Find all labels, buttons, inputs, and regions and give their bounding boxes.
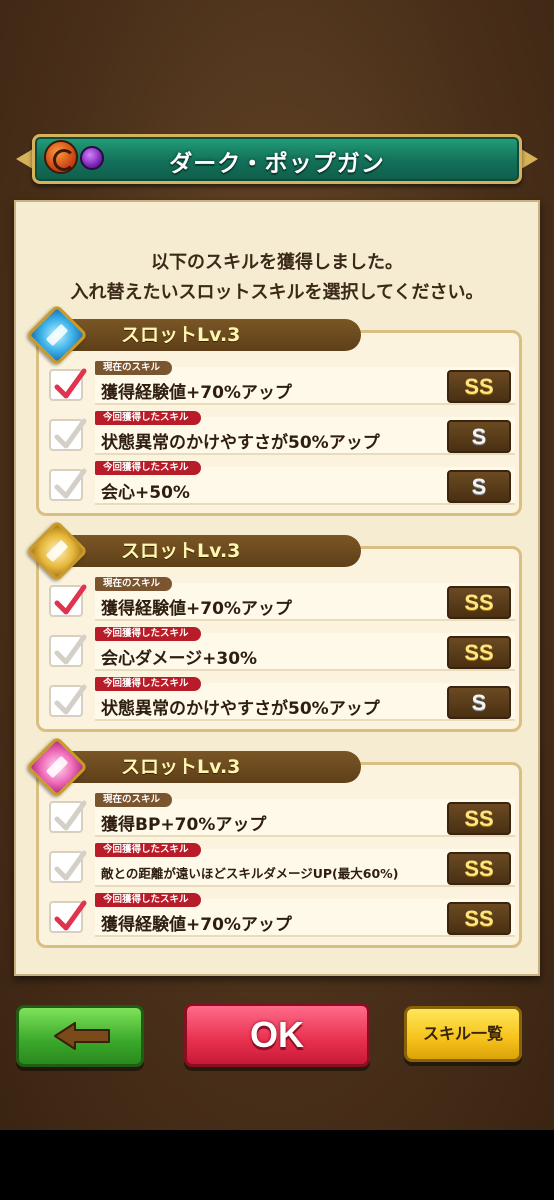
skill-name: 状態異常のかけやすさが50%アップ [101, 699, 380, 719]
checkbox-unchecked[interactable] [49, 850, 87, 883]
skill-list-button[interactable]: スキル一覧 [404, 1006, 522, 1062]
title-banner: ダーク・ポップガン [14, 128, 540, 190]
slot-level-label: スロットLv.3 [121, 756, 241, 778]
blue-slot-emblem-icon [25, 303, 89, 367]
checkmark-icon [54, 584, 87, 615]
rank-badge: SS [447, 636, 511, 669]
skill-row[interactable]: 今回獲得したスキル 獲得経験値+70%アップ SS [45, 893, 515, 939]
checkbox-unchecked[interactable] [49, 800, 87, 833]
skill-name: 状態異常のかけやすさが50%アップ [101, 433, 380, 453]
rank-badge: S [447, 470, 511, 503]
ok-button[interactable]: OK [184, 1003, 370, 1067]
checkbox-checked[interactable] [49, 368, 87, 401]
skill-name: 獲得経験値+70%アップ [101, 599, 292, 619]
checkmark-icon [54, 468, 87, 499]
instruction-line-1: 以下のスキルを獲得しました。 [151, 252, 403, 273]
checkbox-checked[interactable] [49, 900, 87, 933]
rank-badge: SS [447, 802, 511, 835]
back-button[interactable] [16, 1005, 144, 1067]
skill-row[interactable]: 現在のスキル 獲得経験値+70%アップ SS [45, 361, 515, 407]
new-skill-tag: 今回獲得したスキル [95, 843, 201, 857]
new-skill-tag: 今回獲得したスキル [95, 627, 201, 641]
checkbox-unchecked[interactable] [49, 634, 87, 667]
skill-row[interactable]: 今回獲得したスキル 敵との距離が遠いほどスキルダメージUP(最大60%) SS [45, 843, 515, 889]
slot-level-label: スロットLv.3 [121, 324, 241, 346]
slot-header: スロットLv.3 [65, 319, 361, 351]
checkmark-icon [54, 634, 87, 665]
rank-badge: SS [447, 370, 511, 403]
rank-badge: S [447, 420, 511, 453]
rank-badge: S [447, 686, 511, 719]
current-skill-tag: 現在のスキル [95, 577, 173, 591]
system-navigation-bar [0, 1130, 554, 1200]
new-skill-tag: 今回獲得したスキル [95, 677, 201, 691]
skill-name: 会心+50% [101, 483, 190, 503]
skill-name: 獲得経験値+70%アップ [101, 383, 292, 403]
checkmark-icon [54, 800, 87, 831]
skill-name: 敵との距離が遠いほどスキルダメージUP(最大60%) [101, 866, 399, 881]
skill-row[interactable]: 現在のスキル 獲得BP+70%アップ SS [45, 793, 515, 839]
pink-slot-emblem-icon [25, 735, 89, 799]
new-skill-tag: 今回獲得したスキル [95, 893, 201, 907]
skill-row[interactable]: 今回獲得したスキル 会心+50% S [45, 461, 515, 507]
checkbox-unchecked[interactable] [49, 468, 87, 501]
instruction-line-2: 入れ替えたいスロットスキルを選択してください。 [70, 282, 484, 303]
slot-header: スロットLv.3 [65, 751, 361, 783]
skill-row[interactable]: 今回獲得したスキル 状態異常のかけやすさが50%アップ S [45, 411, 515, 457]
checkmark-icon [54, 418, 87, 449]
skill-name: 獲得BP+70%アップ [101, 815, 267, 835]
slot-level-label: スロットLv.3 [121, 540, 241, 562]
rank-badge: SS [447, 586, 511, 619]
rank-badge: SS [447, 902, 511, 935]
skill-name: 会心ダメージ+30% [101, 649, 258, 669]
slot-group-3: スロットLv.3 現在のスキル 獲得BP+70%アップ SS 今回獲得したスキル… [25, 735, 522, 948]
current-skill-tag: 現在のスキル [95, 361, 173, 375]
slot-group-1: スロットLv.3 現在のスキル 獲得経験値+70%アップ SS 今回獲得したスキ… [25, 303, 522, 516]
slot-header: スロットLv.3 [65, 535, 361, 567]
checkmark-icon [54, 850, 87, 881]
checkbox-unchecked[interactable] [49, 684, 87, 717]
instruction-message: 以下のスキルを獲得しました。 入れ替えたいスロットスキルを選択してください。 [16, 248, 538, 308]
rank-badge: SS [447, 852, 511, 885]
current-skill-tag: 現在のスキル [95, 793, 173, 807]
left-arrow-icon [54, 1022, 110, 1050]
slot-group-2: スロットLv.3 現在のスキル 獲得経験値+70%アップ SS 今回獲得したスキ… [25, 519, 522, 732]
checkmark-icon [54, 368, 87, 399]
weapon-title: ダーク・ポップガン [169, 151, 385, 177]
game-screen: ダーク・ポップガン 以下のスキルを獲得しました。 入れ替えたいスロットスキルを選… [0, 0, 554, 1130]
parchment-panel: 以下のスキルを獲得しました。 入れ替えたいスロットスキルを選択してください。 ス… [14, 200, 540, 976]
new-skill-tag: 今回獲得したスキル [95, 461, 201, 475]
new-skill-tag: 今回獲得したスキル [95, 411, 201, 425]
checkbox-unchecked[interactable] [49, 418, 87, 451]
checkmark-icon [54, 684, 87, 715]
checkbox-checked[interactable] [49, 584, 87, 617]
skill-name: 獲得経験値+70%アップ [101, 915, 292, 935]
gold-slot-emblem-icon [25, 519, 89, 583]
skill-row[interactable]: 今回獲得したスキル 状態異常のかけやすさが50%アップ S [45, 677, 515, 723]
skill-row[interactable]: 現在のスキル 獲得経験値+70%アップ SS [45, 577, 515, 623]
checkmark-icon [54, 900, 87, 931]
skill-row[interactable]: 今回獲得したスキル 会心ダメージ+30% SS [45, 627, 515, 673]
